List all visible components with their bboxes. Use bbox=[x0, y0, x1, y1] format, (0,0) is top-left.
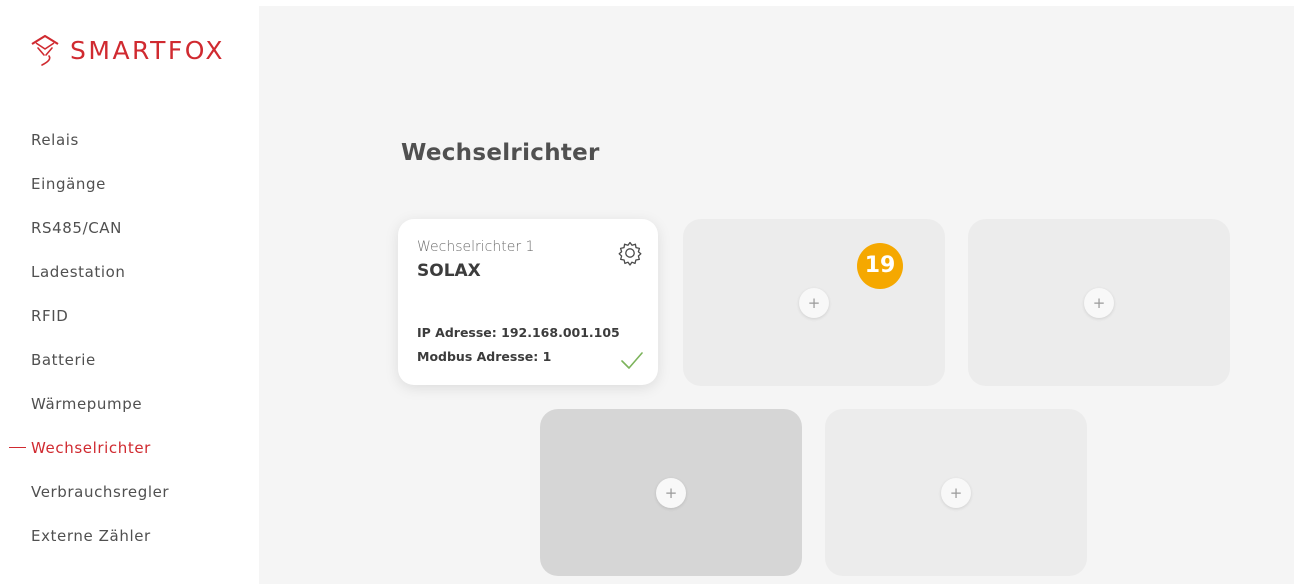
add-inverter-button[interactable]: + bbox=[941, 477, 971, 508]
sidebar-item-relais[interactable]: Relais bbox=[0, 118, 259, 162]
sidebar-item-rfid[interactable]: RFID bbox=[0, 294, 259, 338]
page-title: Wechselrichter bbox=[401, 140, 600, 166]
sidebar-item-externe-zaehler[interactable]: Externe Zähler bbox=[0, 514, 259, 558]
add-inverter-button[interactable]: + bbox=[656, 477, 686, 508]
sidebar-item-batterie[interactable]: Batterie bbox=[0, 338, 259, 382]
empty-inverter-slot-4[interactable]: + bbox=[540, 409, 802, 576]
sidebar: SMARTFOX Relais Eingänge RS485/CAN Lades… bbox=[0, 0, 259, 584]
add-inverter-button[interactable]: + bbox=[799, 287, 829, 318]
smartfox-logo[interactable]: SMARTFOX bbox=[28, 30, 225, 70]
sidebar-item-verbrauchsregler[interactable]: Verbrauchsregler bbox=[0, 470, 259, 514]
sidebar-item-eingaenge[interactable]: Eingänge bbox=[0, 162, 259, 206]
ip-address: IP Adresse: 192.168.001.105 bbox=[417, 325, 620, 340]
sidebar-item-rs485-can[interactable]: RS485/CAN bbox=[0, 206, 259, 250]
fox-logo-icon bbox=[31, 34, 59, 66]
modbus-address: Modbus Adresse: 1 bbox=[417, 349, 552, 364]
active-indicator bbox=[9, 447, 26, 448]
inverter-card[interactable]: Wechselrichter 1 SOLAX IP Adresse: 192.1… bbox=[398, 219, 658, 385]
empty-inverter-slot-3[interactable]: + bbox=[968, 219, 1230, 386]
add-inverter-button[interactable]: + bbox=[1084, 287, 1114, 318]
empty-inverter-slot-2[interactable]: + bbox=[683, 219, 945, 386]
main-content: Wechselrichter Wechselrichter 1 SOLAX IP… bbox=[259, 0, 1294, 584]
sidebar-nav: Relais Eingänge RS485/CAN Ladestation RF… bbox=[0, 118, 259, 558]
sidebar-item-waermepumpe[interactable]: Wärmepumpe bbox=[0, 382, 259, 426]
empty-inverter-slot-5[interactable]: + bbox=[825, 409, 1087, 576]
check-icon bbox=[621, 352, 643, 369]
gear-icon[interactable] bbox=[616, 239, 644, 267]
brand-name: SMARTFOX bbox=[70, 35, 225, 65]
sidebar-item-label: Wechselrichter bbox=[31, 439, 151, 457]
app: SMARTFOX Relais Eingänge RS485/CAN Lades… bbox=[0, 0, 1294, 584]
inverter-slot-label: Wechselrichter 1 bbox=[417, 239, 535, 255]
inverter-name: SOLAX bbox=[417, 261, 481, 281]
sidebar-item-wechselrichter[interactable]: Wechselrichter bbox=[0, 426, 259, 470]
step-badge: 19 bbox=[857, 243, 903, 289]
sidebar-item-ladestation[interactable]: Ladestation bbox=[0, 250, 259, 294]
